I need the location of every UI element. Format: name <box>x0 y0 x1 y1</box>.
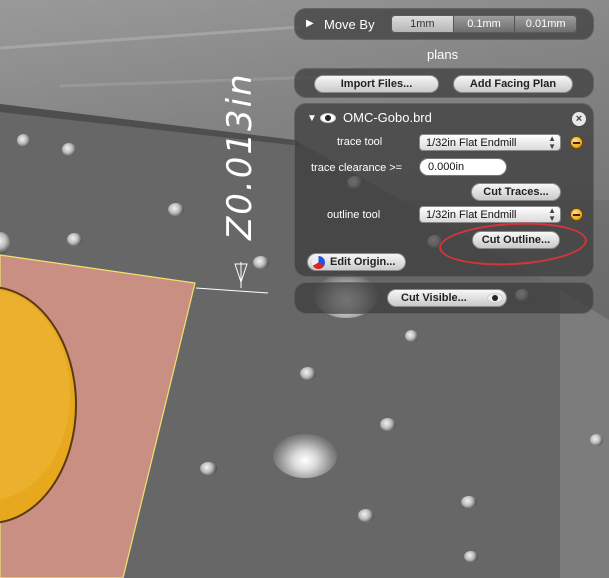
triangle-down-icon[interactable]: ▼ <box>307 113 317 124</box>
plans-section-label: plans <box>427 47 459 62</box>
trace-clearance-label: trace clearance >= <box>311 162 403 174</box>
drill-hole <box>62 143 76 156</box>
edit-origin-button[interactable]: Edit Origin... <box>307 253 406 271</box>
move-by-label: Move By <box>324 17 375 32</box>
drill-hole <box>168 203 184 216</box>
drill-hole <box>464 551 478 562</box>
drill-hole <box>253 256 269 269</box>
drill-hole <box>67 233 82 246</box>
triangle-right-icon[interactable]: ▶ <box>306 18 314 29</box>
drill-hole <box>17 134 30 147</box>
orange-minus-icon[interactable] <box>570 208 583 221</box>
drill-hole <box>300 367 316 380</box>
cam-viewport[interactable]: Z0.013in ▶ Move By 1mm 0.1mm 0.01mm plan… <box>0 0 609 578</box>
drill-hole <box>405 330 418 342</box>
drill-hole <box>590 434 603 446</box>
orange-minus-icon[interactable] <box>570 136 583 149</box>
drill-hole <box>380 418 396 431</box>
board-filename: OMC-Gobo.brd <box>343 110 432 125</box>
outline-tool-label: outline tool <box>327 209 381 221</box>
dimension-baseline <box>195 287 269 294</box>
countersink-cone <box>273 434 337 478</box>
move-by-option-0.1mm[interactable]: 0.1mm <box>453 16 516 32</box>
import-files-button[interactable]: Import Files... <box>314 75 439 93</box>
move-by-option-0.01mm[interactable]: 0.01mm <box>515 16 576 32</box>
cut-visible-label: Cut Visible... <box>401 292 467 304</box>
move-by-option-1mm[interactable]: 1mm <box>392 16 454 32</box>
outline-tool-select[interactable]: 1/32in Flat Endmill ▲ ▼ <box>419 206 561 223</box>
trace-tool-value: 1/32in Flat Endmill <box>426 136 517 149</box>
cut-traces-button[interactable]: Cut Traces... <box>471 183 561 201</box>
close-icon[interactable]: × <box>572 112 586 126</box>
z-dimension-label: Z0.013in <box>220 72 260 240</box>
drill-hole <box>358 509 374 522</box>
trace-clearance-input[interactable]: 0.000in <box>419 158 507 176</box>
outline-tool-value: 1/32in Flat Endmill <box>426 208 517 221</box>
move-by-segmented-control[interactable]: 1mm 0.1mm 0.01mm <box>391 15 577 33</box>
color-wheel-icon <box>312 255 325 269</box>
trace-tool-label: trace tool <box>337 136 383 148</box>
edit-origin-label: Edit Origin... <box>330 256 396 268</box>
eye-icon[interactable] <box>487 293 503 303</box>
drill-hole <box>200 462 217 475</box>
select-arrows-icon: ▲ ▼ <box>548 205 556 223</box>
select-arrows-icon: ▲ ▼ <box>548 133 556 151</box>
eye-icon[interactable] <box>320 113 336 123</box>
add-facing-plan-button[interactable]: Add Facing Plan <box>453 75 573 93</box>
trace-tool-select[interactable]: 1/32in Flat Endmill ▲ ▼ <box>419 134 561 151</box>
drill-hole <box>461 496 477 508</box>
